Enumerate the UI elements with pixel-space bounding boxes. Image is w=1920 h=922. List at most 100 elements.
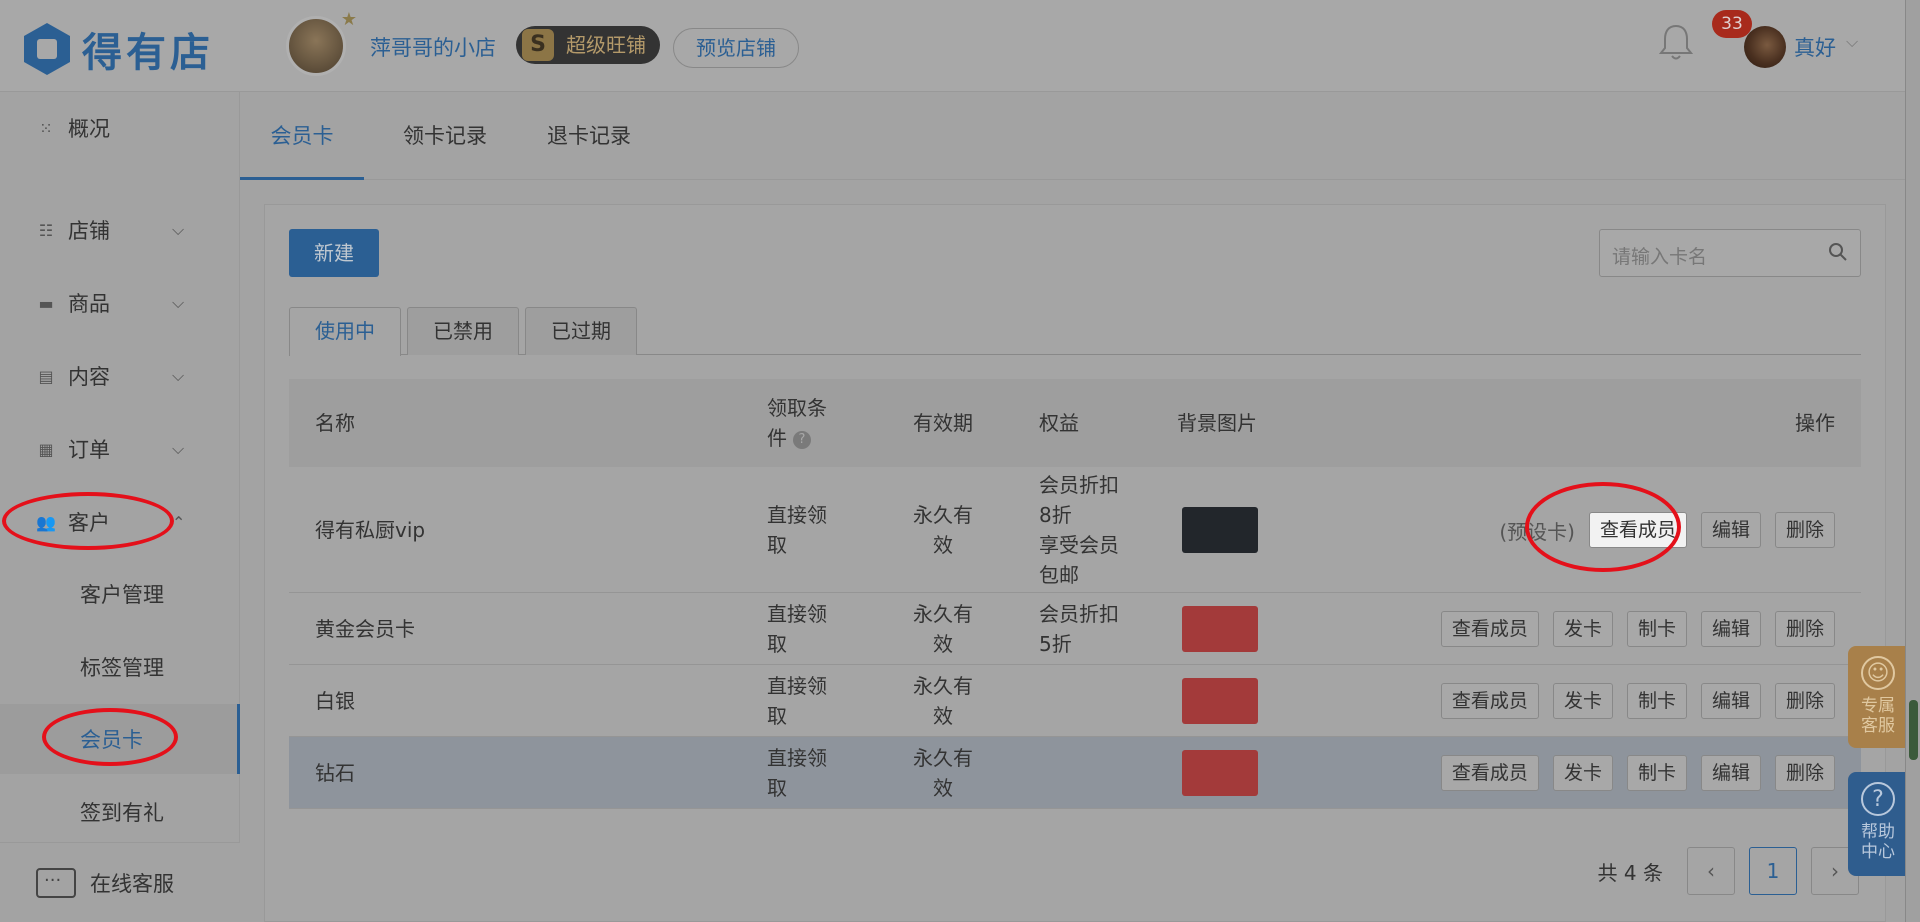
card-rights: 会员折扣 8折 享受会员 包邮 xyxy=(1039,467,1119,593)
edit-button[interactable]: 编辑 xyxy=(1700,683,1761,719)
user-avatar[interactable] xyxy=(1744,26,1786,68)
logo[interactable]: 得有店 xyxy=(24,20,214,78)
user-name[interactable]: 真好 xyxy=(1794,32,1836,62)
chevron-down-icon: ⌵ xyxy=(172,293,185,312)
delete-button[interactable]: 删除 xyxy=(1774,755,1835,791)
sidebar-item-goods[interactable]: ▬ 商品 ⌵ xyxy=(0,273,240,333)
bell-icon[interactable] xyxy=(1658,22,1694,62)
delete-button[interactable]: 删除 xyxy=(1774,512,1835,548)
shop-avatar[interactable] xyxy=(286,9,357,76)
chevron-down-icon: ⌵ xyxy=(172,439,185,458)
header-background: 背景图片 xyxy=(1177,411,1257,435)
scrollbar[interactable] xyxy=(1905,0,1920,922)
validity-line: 永久有 xyxy=(913,602,973,626)
help-icon[interactable]: ? xyxy=(793,430,811,449)
issue-card-button[interactable]: 发卡 xyxy=(1552,755,1613,791)
view-members-button[interactable]: 查看成员 xyxy=(1440,755,1539,791)
row-actions: 查看成员 发卡 制卡 编辑 删除 xyxy=(1440,737,1835,809)
dedicated-service-button[interactable]: ☺ 专属 客服 xyxy=(1848,646,1908,748)
validity-line: 效 xyxy=(933,704,953,728)
issue-card-button[interactable]: 发卡 xyxy=(1552,611,1613,647)
header-validity: 有效期 xyxy=(913,411,973,435)
preview-store-button[interactable]: 预览店铺 xyxy=(673,28,799,68)
shop-name[interactable]: 萍哥哥的小店 xyxy=(370,32,496,62)
new-card-button[interactable]: 新建 xyxy=(289,229,379,277)
document-icon: ▤ xyxy=(38,366,54,386)
sidebar-item-label: 商品 xyxy=(68,292,110,316)
chevron-down-icon[interactable]: ⌵ xyxy=(1846,32,1858,52)
chevron-down-icon: ⌵ xyxy=(172,366,185,385)
table-row: 黄金会员卡 直接领 取 永久有 效 会员折扣 5折 查看成员 发卡 制卡 编辑 … xyxy=(289,593,1861,665)
delete-button[interactable]: 删除 xyxy=(1774,611,1835,647)
status-subtabs: 使用中 已禁用 已过期 xyxy=(289,307,1861,356)
help-label-line1: 帮助 xyxy=(1861,822,1895,842)
sidebar-subitem-customer-management[interactable]: 客户管理 xyxy=(0,559,240,629)
sidebar-item-label: 店铺 xyxy=(68,219,110,243)
header-condition-line2: 件 xyxy=(767,426,787,450)
table-header: 名称 领取条 件? 有效期 权益 背景图片 操作 xyxy=(289,379,1861,467)
tab-member-card[interactable]: 会员卡 xyxy=(240,92,364,180)
subtab-in-use[interactable]: 使用中 xyxy=(289,307,401,356)
validity-line: 永久有 xyxy=(913,746,973,770)
chevron-up-icon: ⌃ xyxy=(172,512,186,532)
card-background-swatch xyxy=(1182,507,1258,553)
rights-line: 会员折扣 xyxy=(1039,602,1119,626)
card-condition: 直接领 取 xyxy=(767,467,827,593)
make-card-button[interactable]: 制卡 xyxy=(1626,611,1687,647)
header-name: 名称 xyxy=(315,411,355,435)
tab-bar: 会员卡 领卡记录 退卡记录 xyxy=(240,92,1905,180)
row-actions: 查看成员 发卡 制卡 编辑 删除 xyxy=(1440,593,1835,665)
sidebar-subitem-checkin-gift[interactable]: 签到有礼 xyxy=(0,777,240,847)
sidebar-item-store[interactable]: ☷ 店铺 ⌵ xyxy=(0,200,240,260)
notification-count-badge: 33 xyxy=(1712,10,1752,38)
table-row: 白银 直接领 取 永久有 效 查看成员 发卡 制卡 编辑 删除 xyxy=(289,665,1861,737)
sliders-icon: ☷ xyxy=(38,220,54,240)
pagination: 共 4 条 ‹ 1 › xyxy=(1598,847,1859,895)
card-validity: 永久有 效 xyxy=(913,737,973,809)
super-store-label: 超级旺铺 xyxy=(566,33,646,57)
sidebar-item-orders[interactable]: ▦ 订单 ⌵ xyxy=(0,419,240,479)
annotation-oval xyxy=(42,708,178,766)
edit-button[interactable]: 编辑 xyxy=(1700,755,1761,791)
validity-line: 效 xyxy=(933,776,953,800)
edit-button[interactable]: 编辑 xyxy=(1700,512,1761,548)
header-condition: 领取条 件? xyxy=(767,379,827,467)
issue-card-button[interactable]: 发卡 xyxy=(1552,683,1613,719)
sidebar-item-label: 内容 xyxy=(68,365,110,389)
card-name: 钻石 xyxy=(315,761,355,785)
tab-return-records[interactable]: 退卡记录 xyxy=(530,92,648,180)
subtab-disabled[interactable]: 已禁用 xyxy=(407,307,519,355)
view-members-button[interactable]: 查看成员 xyxy=(1440,611,1539,647)
chat-icon xyxy=(36,867,76,898)
chevron-down-icon: ⌵ xyxy=(172,220,185,239)
super-store-badge: S 超级旺铺 xyxy=(516,26,660,64)
make-card-button[interactable]: 制卡 xyxy=(1626,755,1687,791)
edit-button[interactable]: 编辑 xyxy=(1700,611,1761,647)
delete-button[interactable]: 删除 xyxy=(1774,683,1835,719)
page-1-button[interactable]: 1 xyxy=(1749,847,1797,895)
total-count: 共 4 条 xyxy=(1597,860,1663,885)
sidebar-item-label: 订单 xyxy=(68,438,110,462)
validity-line: 永久有 xyxy=(913,674,973,698)
header-condition-line1: 领取条 xyxy=(767,396,827,420)
card-background-swatch xyxy=(1182,678,1258,724)
sidebar-item-content[interactable]: ▤ 内容 ⌵ xyxy=(0,346,240,406)
tab-claim-records[interactable]: 领卡记录 xyxy=(386,92,504,180)
s-badge-icon: S xyxy=(522,29,554,61)
subtab-expired[interactable]: 已过期 xyxy=(525,307,637,355)
sidebar-item-overview[interactable]: ⁙ 概况 xyxy=(0,98,240,158)
view-members-button[interactable]: 查看成员 xyxy=(1440,683,1539,719)
search-icon[interactable] xyxy=(1828,242,1848,262)
prev-page-button[interactable]: ‹ xyxy=(1687,847,1735,895)
help-center-button[interactable]: ? 帮助 中心 xyxy=(1848,772,1908,876)
online-service-label: 在线客服 xyxy=(90,871,174,896)
search-input[interactable]: 请输入卡名 xyxy=(1599,229,1861,277)
card-condition: 直接领 取 xyxy=(767,737,827,809)
sidebar-subitem-tag-management[interactable]: 标签管理 xyxy=(0,632,240,702)
online-service-button[interactable]: 在线客服 xyxy=(0,842,240,922)
headset-icon: ☺ xyxy=(1861,656,1895,690)
header-condition-line2-wrap: 件? xyxy=(767,423,811,453)
make-card-button[interactable]: 制卡 xyxy=(1626,683,1687,719)
scrollbar-thumb[interactable] xyxy=(1909,700,1918,760)
table-row: 钻石 直接领 取 永久有 效 查看成员 发卡 制卡 编辑 删除 xyxy=(289,737,1861,809)
